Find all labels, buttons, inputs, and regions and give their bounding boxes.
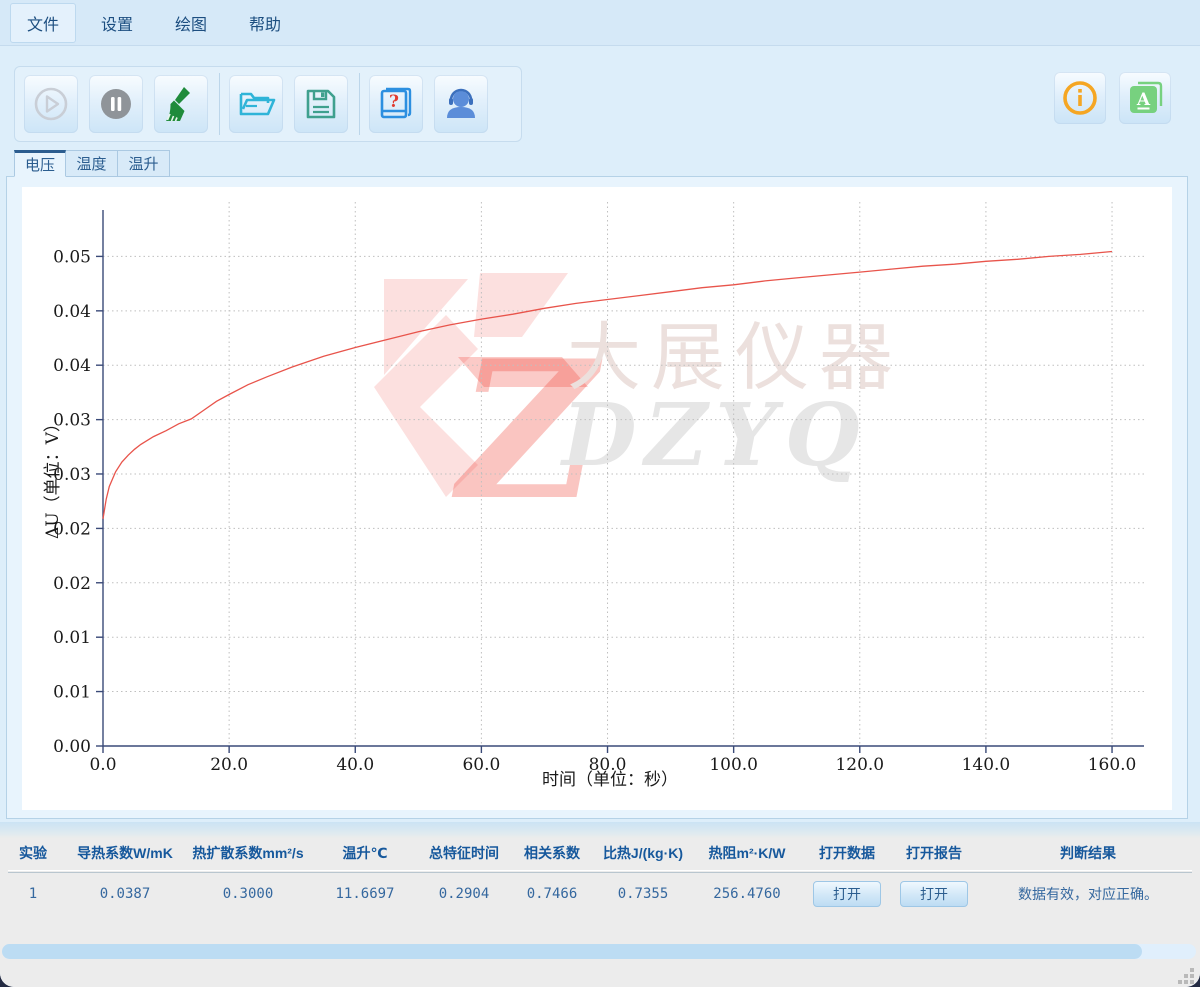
toolbar-row: ? A	[0, 46, 1200, 150]
menu-settings[interactable]: 设置	[84, 3, 150, 43]
tabstrip: 电压 温度 温升	[14, 150, 170, 177]
col-open-data: 打开数据	[802, 843, 892, 863]
svg-text:?: ?	[389, 92, 399, 112]
tab-voltage[interactable]: 电压	[14, 150, 66, 177]
y-tick-label: 0.01	[53, 628, 91, 648]
svg-text:A: A	[1136, 90, 1151, 110]
tab-temperature[interactable]: 温度	[66, 150, 118, 177]
pause-icon	[96, 84, 136, 124]
font-a-icon: A	[1124, 77, 1166, 119]
x-tick-label: 100.0	[709, 755, 758, 775]
y-tick-label: 0.02	[53, 574, 91, 594]
x-tick-label: 60.0	[462, 755, 500, 775]
col-correlation: 相关系数	[510, 843, 594, 863]
col-experiment: 实验	[0, 843, 66, 863]
cell-char-time: 0.2904	[418, 886, 510, 902]
cell-result: 数据有效，对应正确。	[976, 884, 1200, 904]
cell-diffusivity: 0.3000	[184, 886, 312, 902]
col-open-report: 打开报告	[892, 843, 976, 863]
cell-temp-rise: 11.6697	[312, 886, 418, 902]
tab-temp-rise[interactable]: 温升	[118, 150, 170, 177]
horizontal-scrollbar-thumb[interactable]	[2, 944, 1142, 959]
col-specific-heat: 比热J/(kg·K)	[594, 843, 692, 863]
brush-icon	[160, 83, 202, 125]
open-data-button[interactable]: 打开	[813, 881, 881, 907]
y-tick-label: 0.04	[53, 356, 91, 376]
horizontal-scrollbar-track[interactable]	[2, 944, 1196, 959]
x-axis-title: 时间（单位：秒）	[542, 770, 678, 790]
y-axis-title: ΔU（单位：V）	[43, 415, 63, 539]
watermark: Z大展仪器DZYQ	[374, 273, 903, 542]
open-report-button[interactable]: 打开	[900, 881, 968, 907]
col-thermal-resistance: 热阻m²·K/W	[692, 843, 802, 863]
language-button[interactable]: A	[1119, 72, 1171, 124]
open-button[interactable]	[229, 75, 283, 133]
save-button[interactable]	[294, 75, 348, 133]
menubar: 文件 设置 绘图 帮助	[0, 0, 1200, 46]
toolbar-separator	[219, 73, 220, 135]
x-tick-label: 40.0	[336, 755, 374, 775]
cell-specific-heat: 0.7355	[594, 886, 692, 902]
cell-experiment: 1	[0, 886, 66, 902]
info-icon	[1060, 78, 1100, 118]
x-tick-label: 0.0	[89, 755, 116, 775]
y-tick-label: 0.01	[53, 683, 91, 703]
x-tick-label: 160.0	[1088, 755, 1137, 775]
svg-text:DZYQ: DZYQ	[559, 385, 868, 486]
x-tick-label: 20.0	[210, 755, 248, 775]
voltage-time-chart: Z大展仪器DZYQ0.050.040.040.030.030.020.020.0…	[22, 187, 1172, 810]
y-tick-label: 0.04	[53, 302, 91, 322]
save-icon	[300, 83, 342, 125]
toolbar-separator	[359, 73, 360, 135]
col-diffusivity: 热扩散系数mm²/s	[184, 843, 312, 863]
play-icon	[31, 84, 71, 124]
menu-plot[interactable]: 绘图	[158, 3, 224, 43]
y-tick-label: 0.05	[53, 247, 91, 267]
col-conductivity: 导热系数W/mK	[66, 843, 184, 863]
menu-file[interactable]: 文件	[10, 3, 76, 43]
folder-open-icon	[234, 82, 278, 126]
table-header-separator	[8, 870, 1192, 873]
start-button	[24, 75, 78, 133]
about-button[interactable]	[1054, 72, 1106, 124]
results-panel: 实验 导热系数W/mK 热扩散系数mm²/s 温升℃ 总特征时间 相关系数 比热…	[0, 822, 1200, 987]
table-header-row: 实验 导热系数W/mK 热扩散系数mm²/s 温升℃ 总特征时间 相关系数 比热…	[0, 836, 1200, 870]
resize-grip[interactable]	[1172, 964, 1194, 984]
menu-help[interactable]: 帮助	[232, 3, 298, 43]
toolbar: ?	[14, 66, 522, 142]
chart-panel: Z大展仪器DZYQ0.050.040.040.030.030.020.020.0…	[22, 187, 1172, 810]
col-result: 判断结果	[976, 843, 1200, 863]
pause-button[interactable]	[89, 75, 143, 133]
clear-button[interactable]	[154, 75, 208, 133]
cell-correlation: 0.7466	[510, 886, 594, 902]
table-row: 1 0.0387 0.3000 11.6697 0.2904 0.7466 0.…	[0, 874, 1200, 914]
cell-thermal-resistance: 256.4760	[692, 886, 802, 902]
support-button[interactable]	[434, 75, 488, 133]
y-tick-label: 0.00	[53, 737, 91, 757]
help-button[interactable]: ?	[369, 75, 423, 133]
x-tick-label: 120.0	[835, 755, 884, 775]
help-book-icon: ?	[374, 82, 418, 126]
headset-person-icon	[439, 82, 483, 126]
col-temp-rise: 温升℃	[312, 843, 418, 863]
cell-conductivity: 0.0387	[66, 886, 184, 902]
col-char-time: 总特征时间	[418, 843, 510, 863]
app-window: 文件 设置 绘图 帮助	[0, 0, 1200, 987]
x-tick-label: 140.0	[962, 755, 1011, 775]
